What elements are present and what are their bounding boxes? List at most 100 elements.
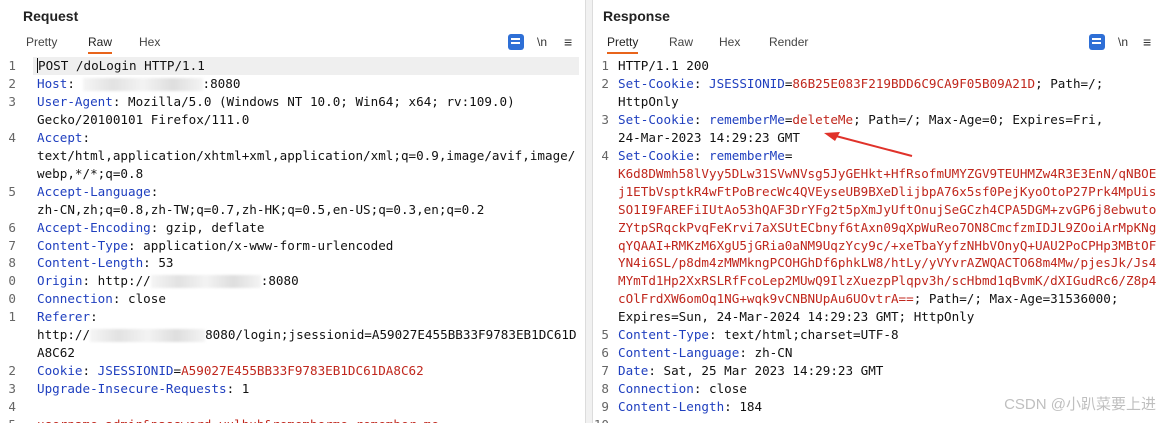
tab-hex[interactable]: Hex	[719, 35, 740, 52]
code-line: HttpOnly	[593, 93, 1162, 111]
line-number: 3	[8, 381, 16, 397]
line-text: SO1I9FAREFiIUtAo53hQAF3DrYFg2t5pXmJyUftO…	[618, 201, 1156, 219]
newline-toggle[interactable]: \n	[1118, 35, 1128, 51]
text-segment: :	[82, 129, 91, 145]
line-text: Connection: close	[37, 290, 166, 308]
line-text: Origin: http://:8080	[37, 272, 299, 290]
line-text: HttpOnly	[618, 93, 679, 111]
code-line: ZYtpSRqckPvqFeKrvi7aXSUtECbnyf6tAxn09qXp…	[593, 219, 1162, 237]
text-segment: ; Path=/;	[1035, 75, 1104, 91]
text-segment: : Mozilla/5.0 (Windows NT 10.0; Win64; x…	[112, 93, 515, 109]
line-number: 6	[601, 345, 609, 361]
cookie-value: cOlFrdXW6omOq1NG+wqk9vCNBNUpAu6UOvtrA==	[618, 291, 914, 307]
code-line: Expires=Sun, 24-Mar-2024 14:29:23 GMT; H…	[593, 308, 1162, 326]
tab-raw[interactable]: Raw	[669, 35, 693, 52]
tab-raw[interactable]: Raw	[88, 35, 113, 54]
annotation-arrow-icon	[824, 132, 913, 157]
cookie-value: MYmTd1Hp2XxRSLRfFcoLep2MUwQ9IlzXuezpPlqp…	[618, 273, 1157, 289]
line-number: 5	[8, 183, 16, 199]
text-segment: A8C62	[37, 345, 75, 361]
tab-hex[interactable]: Hex	[139, 35, 160, 52]
text-segment: : 1	[226, 381, 250, 397]
header-name: Content-Length	[37, 255, 144, 271]
text-segment: text/html,application/xhtml+xml,applicat…	[37, 147, 576, 163]
text-segment: :	[693, 75, 709, 91]
line-text: Content-Length: 184	[618, 398, 762, 416]
cookie-value: username=admin&password=vulhub&rememberm…	[37, 417, 439, 423]
line-text: webp,*/*;q=0.8	[37, 165, 143, 183]
pane-divider[interactable]	[585, 0, 593, 423]
code-line: 4	[0, 398, 585, 416]
text-segment: :	[82, 363, 98, 379]
line-text: Content-Type: text/html;charset=UTF-8	[618, 326, 899, 344]
code-line: http:// 8080/login;jsessionid=A59027E455B…	[0, 326, 585, 344]
code-line: j1ETbVsptkR4wFtPoBrecWc4QVEyseUB9BXeDlij…	[593, 183, 1162, 201]
code-line: 2 Set-Cookie: JSESSIONID=86B25E083F219BDD…	[593, 75, 1162, 93]
menu-icon[interactable]: ≡	[564, 34, 572, 50]
code-line: A8C62	[0, 344, 585, 362]
code-line: SO1I9FAREFiIUtAo53hQAF3DrYFg2t5pXmJyUftO…	[593, 201, 1162, 219]
code-line: MYmTd1Hp2XxRSLRfFcoLep2MUwQ9IlzXuezpPlqp…	[593, 272, 1162, 290]
header-name: Set-Cookie	[618, 75, 694, 91]
text-segment: =	[784, 147, 793, 163]
line-text: Date: Sat, 25 Mar 2023 14:29:23 GMT	[618, 362, 883, 380]
header-name: Content-Language	[618, 345, 740, 361]
redacted-host	[82, 77, 203, 91]
response-tabs: Pretty Raw Hex Render \n ≡	[607, 34, 1162, 54]
code-line: 7 Date: Sat, 25 Mar 2023 14:29:23 GMT	[593, 362, 1162, 380]
header-name: Set-Cookie	[618, 147, 694, 163]
code-line: 0 Connection: close	[0, 290, 585, 308]
text-segment: : 184	[724, 399, 763, 415]
header-name: Upgrade-Insecure-Requests	[37, 381, 227, 397]
word-wrap-icon[interactable]	[1089, 34, 1105, 50]
cookie-value: 86B25E083F219BDD6C9CA9F05B09A21D	[792, 75, 1036, 91]
cookie-value: K6d8DWmh58lVyy5DLw31SVwNVsg5JyGEHkt+HfRs…	[618, 165, 1157, 181]
text-segment: :	[67, 75, 83, 91]
tab-pretty[interactable]: Pretty	[26, 35, 57, 52]
code-line: text/html,application/xhtml+xml,applicat…	[0, 147, 585, 165]
line-text: YN4i6SL/p8dm4zMWMkngPCOHGhDf6phkLW8/htLy…	[618, 254, 1156, 272]
line-text: K6d8DWmh58lVyy5DLw31SVwNVsg5JyGEHkt+HfRs…	[618, 165, 1156, 183]
line-text: Content-Language: zh-CN	[618, 344, 792, 362]
header-name: Connection	[618, 381, 694, 397]
line-number: 0	[8, 291, 16, 307]
redacted-host	[90, 329, 206, 343]
request-title: Request	[23, 8, 79, 24]
request-pane: Request Pretty Raw Hex \n ≡ 1 POST /doLog…	[0, 0, 585, 423]
text-segment: 24-Mar-2023 14:29:23 GMT	[618, 129, 800, 145]
tab-pretty[interactable]: Pretty	[607, 35, 639, 54]
response-title: Response	[603, 8, 670, 24]
newline-toggle[interactable]: \n	[537, 35, 547, 51]
line-number: 3	[8, 93, 16, 109]
tab-render[interactable]: Render	[769, 35, 808, 52]
cookie-name: JSESSIONID	[97, 363, 174, 379]
code-line: Gecko/20100101 Firefox/111.0	[0, 111, 585, 129]
header-name: Date	[618, 363, 649, 379]
header-name: Accept	[37, 129, 83, 145]
line-number: 2	[8, 363, 16, 379]
code-line: 3 Set-Cookie: rememberMe=deleteMe; Path=/…	[593, 111, 1162, 129]
cookie-name: rememberMe	[709, 111, 785, 127]
line-number: 3	[601, 111, 609, 127]
header-name: Connection	[37, 291, 113, 307]
line-text: Content-Type: application/x-www-form-url…	[37, 237, 393, 255]
cookie-value: YN4i6SL/p8dm4zMWMkngPCOHGhDf6phkLW8/htLy…	[618, 255, 1157, 271]
header-name: Referer	[37, 309, 91, 325]
word-wrap-icon[interactable]	[508, 34, 524, 50]
line-number: 9	[601, 399, 609, 415]
code-line: 1 HTTP/1.1 200	[593, 57, 1162, 75]
line-text: qYQAAI+RMKzM6XgU5jGRia0aNM9UqzYcy9c/+xeT…	[618, 237, 1156, 255]
line-text: http:// 8080/login;jsessionid=A59027E455B…	[37, 326, 577, 344]
header-name: Accept-Language	[37, 183, 151, 199]
line-text: zh-CN,zh;q=0.8,zh-TW;q=0.7,zh-HK;q=0.5,e…	[37, 201, 484, 219]
text-segment: zh-CN,zh;q=0.8,zh-TW;q=0.7,zh-HK;q=0.5,e…	[37, 201, 485, 217]
code-line: 2 Cookie: JSESSIONID=A59027E455BB33F9783E…	[0, 362, 585, 380]
menu-icon[interactable]: ≡	[1143, 34, 1151, 50]
header-name: Content-Length	[618, 399, 725, 415]
text-segment: : close	[693, 381, 747, 397]
header-name: Content-Type	[618, 327, 709, 343]
cookie-value: A59027E455BB33F9783EB1DC61DA8C62	[181, 363, 424, 379]
text-segment: POST /doLogin HTTP/1.1	[37, 58, 205, 73]
text-segment: : close	[112, 291, 166, 307]
text-segment: HTTP/1.1 200	[618, 58, 709, 73]
